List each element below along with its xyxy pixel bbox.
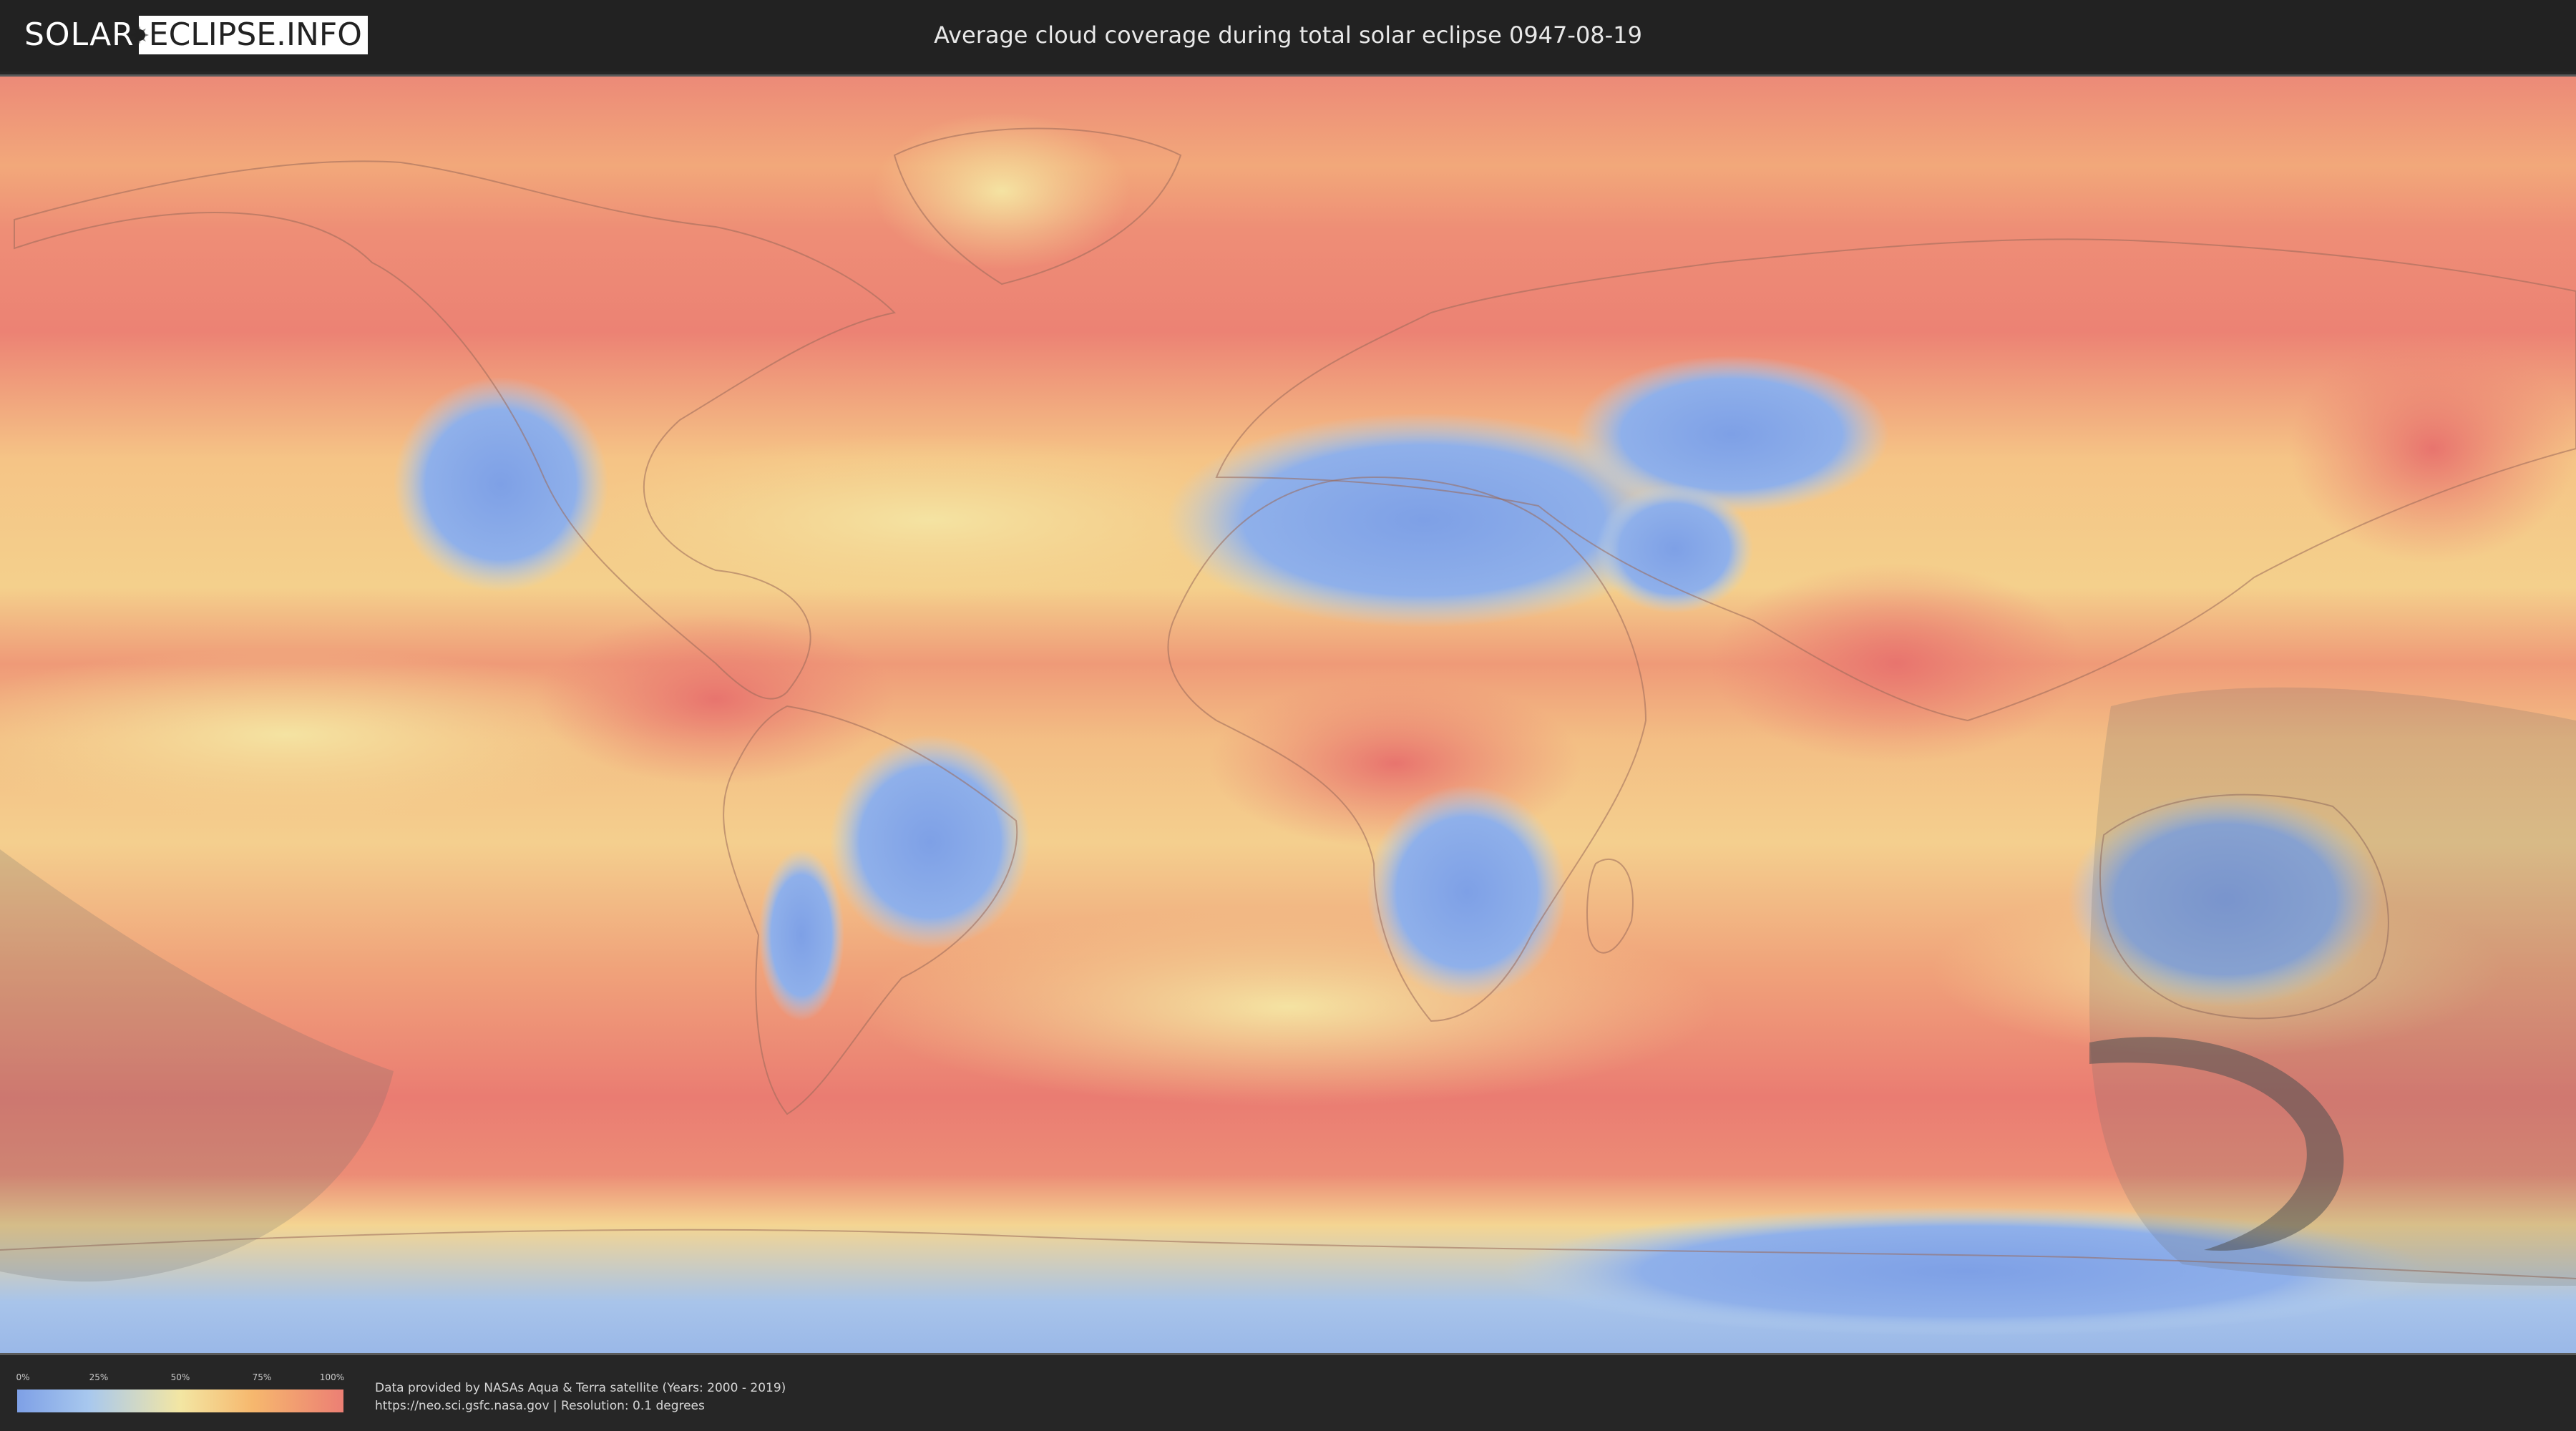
clear-zone-arabia [1596, 484, 1753, 613]
credit-line-url[interactable]: https://neo.sci.gsfc.nasa.gov | Resoluti… [375, 1397, 786, 1415]
cloud-coverage-map[interactable] [0, 74, 2576, 1355]
credit-line-source: Data provided by NASAs Aqua & Terra sate… [375, 1381, 786, 1395]
footer-bar: 0% 25% 50% 75% 100% Data provided by NAS… [0, 1355, 2576, 1431]
map-canvas [0, 77, 2576, 1353]
legend-ticks: 0% 25% 50% 75% 100% [16, 1372, 345, 1385]
cloudy-zone-americas [537, 613, 894, 785]
legend-color-scale [17, 1390, 343, 1412]
clear-zone-andes [758, 849, 844, 1021]
clear-zone-central-asia [1574, 356, 1889, 513]
header-bar: SOLAR ECLIPSE.INFO Average cloud coverag… [0, 0, 2576, 72]
legend-tick: 0% [16, 1372, 30, 1382]
data-credits: Data provided by NASAs Aqua & Terra sate… [375, 1379, 786, 1415]
clear-zone-western-us [394, 377, 608, 592]
legend-tick: 25% [89, 1372, 109, 1382]
greenland-zone [873, 112, 1131, 270]
page: SOLAR ECLIPSE.INFO Average cloud coverag… [0, 0, 2576, 1431]
page-title: Average cloud coverage during total sola… [934, 21, 1642, 49]
clear-zone-brazil [830, 735, 1030, 949]
legend-tick: 100% [319, 1372, 345, 1382]
cloudy-zone-india [1710, 563, 2082, 763]
coverage-legend: 0% 25% 50% 75% 100% [16, 1372, 345, 1412]
legend-tick: 50% [170, 1372, 190, 1382]
legend-tick: 75% [252, 1372, 272, 1382]
cloudy-zone-pacific [2290, 334, 2576, 563]
